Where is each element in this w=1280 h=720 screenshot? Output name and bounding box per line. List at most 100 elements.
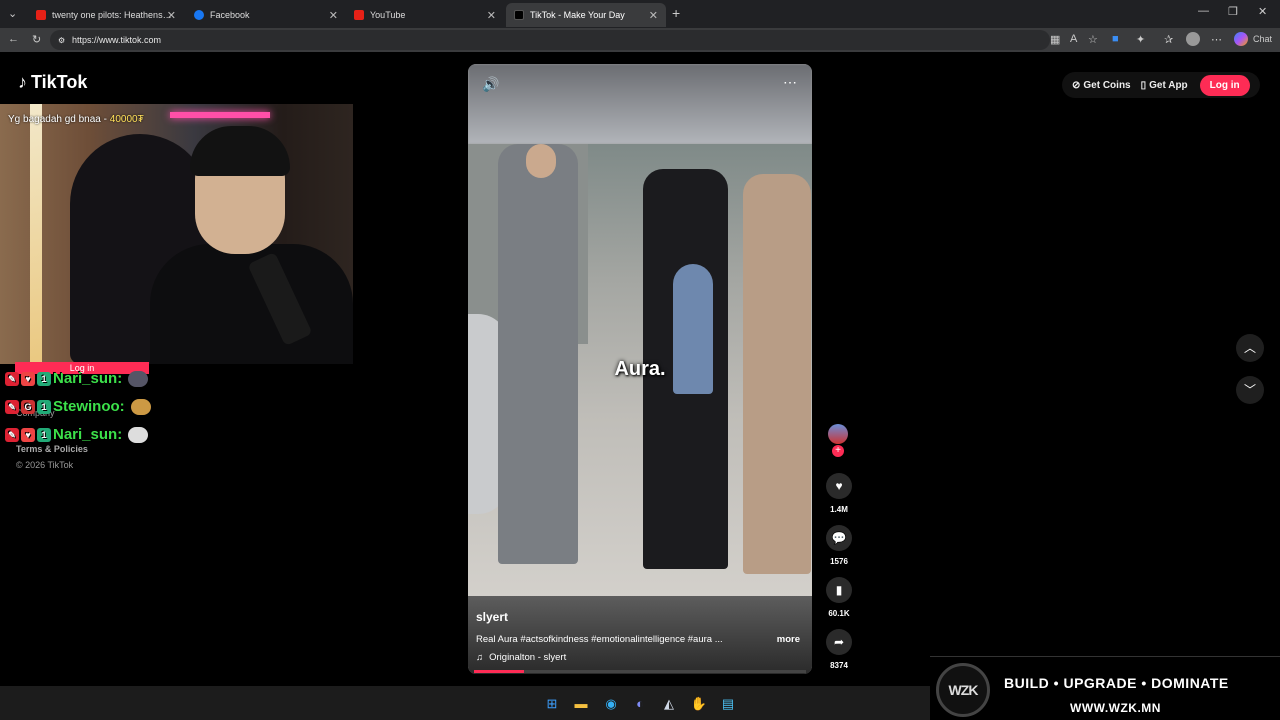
music-title: Originalton - slyert bbox=[489, 652, 567, 663]
chat-username: Stewinoo: bbox=[53, 398, 125, 415]
close-window-button[interactable]: ✕ bbox=[1258, 5, 1267, 18]
get-app-button[interactable]: ▯ Get App bbox=[1141, 80, 1188, 91]
get-coins-label: Get Coins bbox=[1083, 79, 1131, 91]
tab-tiktok[interactable]: TikTok - Make Your Day ✕ bbox=[506, 3, 666, 27]
read-aloud-icon[interactable]: A bbox=[1070, 33, 1077, 45]
favorite-star-icon[interactable]: ☆ bbox=[1088, 33, 1098, 46]
tab-title: TikTok - Make Your Day bbox=[530, 10, 625, 20]
close-tab-icon[interactable]: ✕ bbox=[167, 9, 176, 22]
bookmark-icon[interactable]: ▮ bbox=[826, 577, 852, 603]
share-count: 8374 bbox=[830, 661, 848, 670]
ticker-amount: 40000₮ bbox=[109, 114, 144, 125]
close-tab-icon[interactable]: ✕ bbox=[329, 9, 338, 22]
description-more-button[interactable]: more bbox=[777, 634, 800, 645]
get-app-label: Get App bbox=[1149, 79, 1188, 91]
like-action[interactable]: ♥ 1.4M bbox=[824, 473, 854, 514]
tiktok-note-icon: ♪ bbox=[18, 72, 27, 92]
file-explorer-icon[interactable]: ▬ bbox=[572, 695, 590, 713]
tab-youtube[interactable]: YouTube ✕ bbox=[346, 3, 504, 27]
get-coins-button[interactable]: ⊘ Get Coins bbox=[1072, 80, 1131, 91]
facebook-favicon-icon bbox=[194, 10, 204, 20]
app-icon[interactable]: ✋ bbox=[690, 695, 708, 713]
coin-icon: ⊘ bbox=[1072, 79, 1081, 91]
share-action[interactable]: ➦ 8374 bbox=[824, 629, 854, 670]
music-note-icon: ♫ bbox=[476, 652, 484, 663]
rank-badge-icon: 1 bbox=[37, 427, 51, 442]
tab-youtube-heathens[interactable]: twenty one pilots: Heathens (from ✕ bbox=[28, 3, 184, 27]
back-arrow-icon[interactable]: ← bbox=[8, 33, 19, 45]
previous-video-chevron-up-icon[interactable]: ︿ bbox=[1236, 334, 1264, 362]
phone-icon: ▯ bbox=[1140, 79, 1147, 91]
app-icon[interactable]: ▦ bbox=[1050, 33, 1060, 46]
chat-username: Nari_sun: bbox=[53, 370, 123, 387]
video-progress-bar[interactable] bbox=[474, 670, 806, 673]
site-info-icon[interactable]: ⚙ bbox=[58, 36, 65, 45]
share-arrow-icon[interactable]: ➦ bbox=[826, 629, 852, 655]
favorites-icon[interactable]: ✰ bbox=[1164, 33, 1173, 46]
chat-username: Nari_sun: bbox=[53, 426, 123, 443]
ticker-text: Yg bagadah gd bnaa - bbox=[8, 114, 110, 125]
discord-icon[interactable]: ◐ bbox=[631, 695, 649, 713]
video-man bbox=[498, 144, 578, 564]
banner-tagline: BUILD • UPGRADE • DOMINATE bbox=[1004, 675, 1229, 691]
login-button[interactable]: Log in bbox=[1199, 74, 1250, 96]
extensions-puzzle-icon[interactable]: ✦ bbox=[1136, 33, 1145, 46]
more-options-icon[interactable]: ⋯ bbox=[783, 74, 798, 91]
url-text: https://www.tiktok.com bbox=[72, 35, 162, 45]
close-tab-icon[interactable]: ✕ bbox=[487, 9, 496, 22]
video-music[interactable]: ♫ Originalton - slyert bbox=[476, 652, 566, 663]
address-toolbar: ← ↻ ⚙ https://www.tiktok.com ▦ A ☆ ■ ✦ ✰… bbox=[0, 28, 1280, 52]
streamer-hair bbox=[190, 126, 290, 176]
ring-light bbox=[30, 104, 42, 364]
steam-icon[interactable]: ◭ bbox=[660, 695, 678, 713]
edge-browser-icon[interactable]: ◉ bbox=[602, 695, 620, 713]
heart-icon[interactable]: ♥ bbox=[826, 473, 852, 499]
video-progress-fill bbox=[474, 670, 524, 673]
rank-badge-icon: 1 bbox=[37, 399, 51, 414]
extension-icon[interactable]: ■ bbox=[1112, 33, 1119, 45]
notepad-icon[interactable]: ▤ bbox=[719, 695, 737, 713]
logo-text: TikTok bbox=[31, 72, 88, 92]
video-author[interactable]: slyert bbox=[476, 610, 508, 624]
wzk-logo: WZK bbox=[936, 663, 990, 717]
emote-icon bbox=[128, 370, 149, 387]
tiktok-logo[interactable]: ♪ TikTok bbox=[18, 72, 87, 93]
emote-icon bbox=[128, 426, 149, 443]
chat-button[interactable]: Chat bbox=[1253, 34, 1272, 44]
follow-plus-icon[interactable]: + bbox=[832, 445, 844, 457]
refresh-icon[interactable]: ↻ bbox=[32, 33, 41, 46]
profile-avatar-icon[interactable] bbox=[1186, 32, 1200, 46]
comment-icon[interactable]: 💬 bbox=[826, 525, 852, 551]
next-video-chevron-down-icon[interactable]: ﹀ bbox=[1236, 376, 1264, 404]
header-actions: ⊘ Get Coins ▯ Get App Log in bbox=[1062, 72, 1260, 98]
browser-tab-bar: ⌄ twenty one pilots: Heathens (from ✕ Fa… bbox=[0, 0, 1280, 28]
webcam-overlay: Yg bagadah gd bnaa - 40000₮ bbox=[0, 104, 353, 364]
close-tab-icon[interactable]: ✕ bbox=[649, 9, 658, 22]
heart-badge-icon: ♥ bbox=[21, 371, 35, 386]
heart-badge-icon: ♥ bbox=[21, 427, 35, 442]
volume-icon[interactable]: 🔊 bbox=[482, 76, 499, 93]
video-man-head bbox=[526, 144, 556, 178]
more-menu-icon[interactable]: ⋯ bbox=[1211, 33, 1222, 46]
copilot-icon[interactable] bbox=[1234, 32, 1248, 46]
donation-ticker: Yg bagadah gd bnaa - 40000₮ bbox=[8, 114, 144, 125]
windows-start-icon[interactable]: ⊞ bbox=[543, 695, 561, 713]
author-avatar[interactable] bbox=[828, 424, 848, 444]
comment-count: 1576 bbox=[830, 557, 848, 566]
tab-list-icon[interactable]: ⌄ bbox=[8, 7, 17, 20]
restore-button[interactable]: ❐ bbox=[1228, 5, 1238, 18]
comment-action[interactable]: 💬 1576 bbox=[824, 525, 854, 566]
save-count: 60.1K bbox=[828, 609, 850, 618]
video-player[interactable]: 🔊 ⋯ Aura. slyert Real Aura #actsofkindne… bbox=[468, 64, 812, 674]
sponsor-banner: WZK BUILD • UPGRADE • DOMINATE WWW.WZK.M… bbox=[930, 656, 1280, 720]
tab-title: Facebook bbox=[210, 10, 250, 20]
terms-link[interactable]: Terms & Policies bbox=[16, 444, 88, 454]
url-input[interactable]: ⚙ https://www.tiktok.com bbox=[50, 30, 1050, 50]
tab-title: YouTube bbox=[370, 10, 406, 20]
tab-facebook[interactable]: Facebook ✕ bbox=[186, 3, 346, 27]
minimize-button[interactable]: — bbox=[1198, 5, 1209, 17]
save-action[interactable]: ▮ 60.1K bbox=[824, 577, 854, 618]
youtube-favicon-icon bbox=[354, 10, 364, 20]
tiktok-favicon-icon bbox=[514, 10, 524, 20]
new-tab-button[interactable]: + bbox=[672, 5, 680, 21]
